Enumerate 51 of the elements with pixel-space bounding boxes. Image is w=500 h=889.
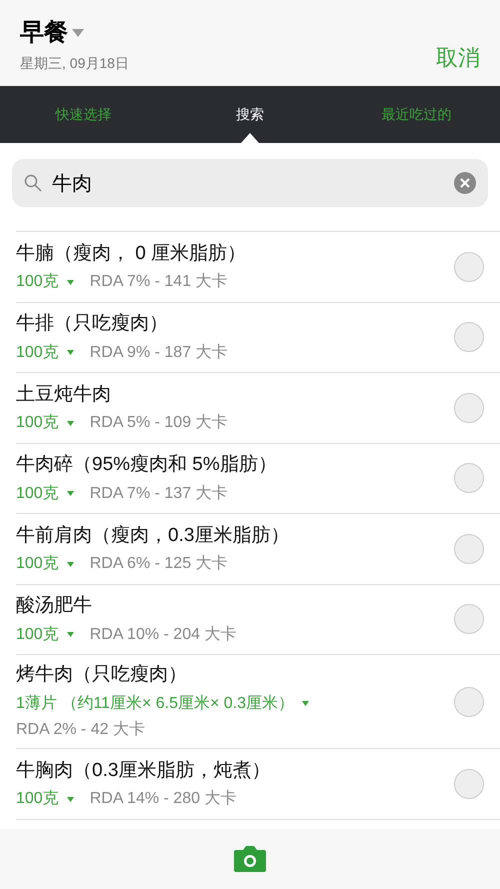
nutrition-info: RDA 9% - 187 大卡	[90, 342, 228, 362]
serving-size[interactable]: 100克	[16, 622, 59, 646]
meal-title[interactable]: 早餐	[20, 21, 68, 45]
select-radio[interactable]	[454, 604, 484, 634]
search-field[interactable]: 牛肉	[12, 159, 488, 207]
camera-icon[interactable]	[233, 845, 267, 873]
caret-icon[interactable]	[302, 701, 310, 706]
food-name: 牛肉碎（95%瘦肉和 5%脂肪）	[16, 453, 278, 477]
caret-icon[interactable]	[66, 796, 74, 802]
nutrition-info: RDA 5% - 109 大卡	[90, 412, 228, 433]
food-name: 烤牛肉（只吃瘦肉）	[16, 663, 188, 688]
select-radio[interactable]	[454, 322, 484, 352]
food-name: 酸汤肥牛	[16, 594, 93, 618]
food-name: 牛排（只吃瘦肉）	[16, 312, 169, 336]
select-radio[interactable]	[454, 534, 484, 564]
select-radio[interactable]	[454, 463, 484, 494]
nutrition-info: RDA 2% - 42 大卡	[16, 720, 146, 740]
serving-size[interactable]: 100克	[16, 340, 59, 364]
caret-icon[interactable]	[66, 280, 74, 284]
serving-size[interactable]: 100克	[16, 411, 59, 435]
nutrition-info: RDA 7% - 137 大卡	[90, 484, 228, 504]
serving-size[interactable]: 1薄片 （约11厘米× 6.5厘米× 0.3厘米）	[16, 692, 294, 716]
serving-size[interactable]: 100克	[16, 552, 59, 576]
tab[interactable]: 搜索	[166, 86, 334, 143]
serving-size[interactable]: 100克	[16, 482, 59, 506]
select-radio[interactable]	[454, 252, 484, 282]
caret-icon[interactable]	[66, 350, 74, 355]
select-radio[interactable]	[454, 392, 484, 423]
dropdown-caret-icon[interactable]	[72, 29, 84, 37]
date-label: 星期三, 09月18日	[20, 54, 129, 73]
food-name: 牛前肩肉（瘦肉，0.3厘米脂肪）	[16, 524, 290, 548]
clear-icon[interactable]	[454, 172, 476, 194]
select-radio[interactable]	[454, 768, 484, 799]
caret-icon[interactable]	[66, 420, 74, 426]
nutrition-info: RDA 6% - 125 大卡	[90, 554, 228, 574]
tab[interactable]: 最近吃过的	[333, 86, 500, 143]
nutrition-info: RDA 14% - 280 大卡	[90, 788, 236, 809]
caret-icon[interactable]	[66, 632, 74, 637]
serving-size[interactable]: 100克	[16, 787, 59, 811]
cancel-button[interactable]: 取消	[436, 41, 480, 74]
food-name: 牛胸肉（0.3厘米脂肪，炖煮）	[16, 758, 272, 782]
serving-size[interactable]: 100克	[16, 270, 59, 294]
search-icon	[24, 174, 42, 192]
caret-icon[interactable]	[66, 491, 74, 496]
caret-icon[interactable]	[66, 562, 74, 566]
tab[interactable]: 快速选择	[0, 86, 167, 143]
nutrition-info: RDA 10% - 204 大卡	[90, 624, 236, 644]
select-radio[interactable]	[454, 686, 484, 716]
nutrition-info: RDA 7% - 141 大卡	[90, 272, 228, 292]
food-name: 土豆炖牛肉	[16, 382, 112, 406]
food-name: 牛腩（瘦肉， 0 厘米脂肪）	[16, 242, 248, 266]
